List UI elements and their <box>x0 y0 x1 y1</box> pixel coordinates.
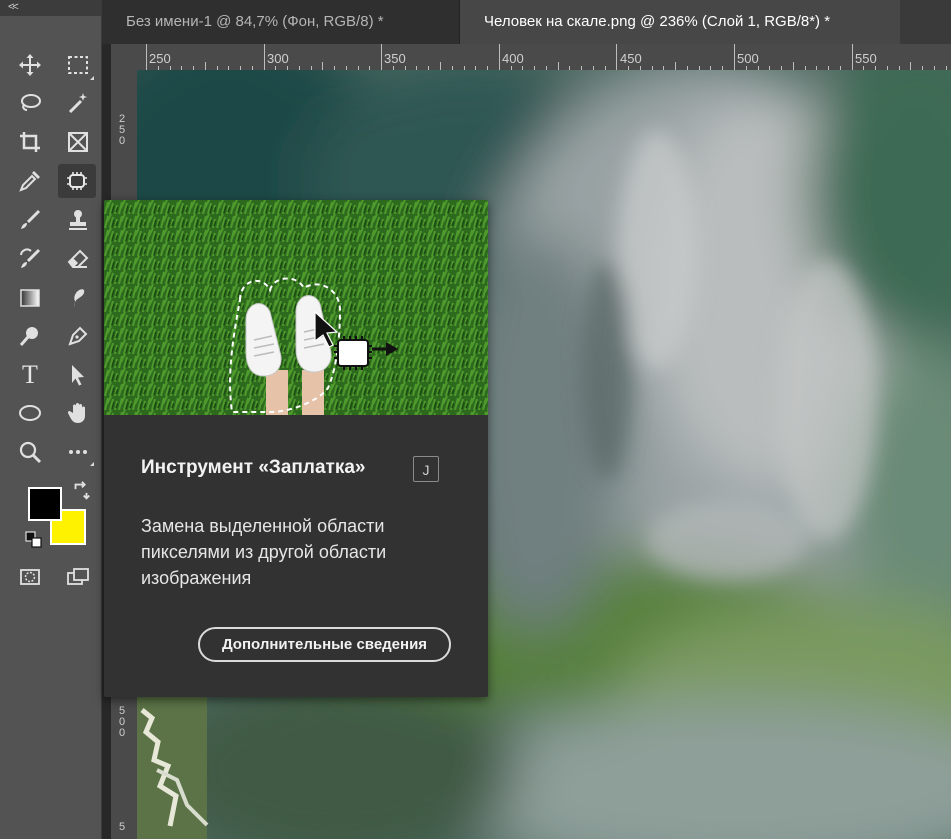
tab-untitled-1[interactable]: Без имени-1 @ 84,7% (Фон, RGB/8) * <box>102 0 460 44</box>
pen-icon <box>68 326 88 346</box>
tools-panel: << T <box>0 0 102 839</box>
dodge-icon <box>19 327 38 346</box>
tooltip-illustration <box>104 200 488 415</box>
move-tool[interactable] <box>14 50 46 80</box>
history-brush-icon <box>20 248 41 268</box>
crop-tool[interactable] <box>14 127 46 157</box>
crop-icon <box>20 132 40 152</box>
ellipsis-icon <box>69 450 87 454</box>
pen-tool[interactable] <box>62 321 94 351</box>
smudge-icon <box>74 289 85 307</box>
stamp-icon <box>69 210 87 230</box>
brush-icon <box>21 209 41 229</box>
history-brush-tool[interactable] <box>14 244 46 274</box>
screen-mode-icon <box>67 568 89 585</box>
default-colors-button[interactable] <box>24 530 44 550</box>
hand-tool[interactable] <box>62 398 94 428</box>
path-select-tool[interactable] <box>62 360 94 390</box>
smudge-tool[interactable] <box>62 283 94 313</box>
default-colors-icon <box>25 531 42 548</box>
ruler-label: 500 <box>737 51 759 66</box>
brush-tool[interactable] <box>14 205 46 235</box>
gradient-tool[interactable] <box>14 283 46 313</box>
ellipse-icon <box>19 405 41 421</box>
shortcut-key-badge: J <box>413 456 439 482</box>
ruler-label: 5 <box>119 821 126 833</box>
lasso-icon <box>21 94 41 111</box>
type-icon: T <box>22 360 38 389</box>
ruler-label: 250 <box>149 51 171 66</box>
arrow-icon <box>72 365 84 386</box>
ruler-corner <box>111 44 137 70</box>
dodge-tool[interactable] <box>14 321 46 351</box>
rich-tooltip: Инструмент «Заплатка» J Замена выделенно… <box>104 200 488 697</box>
collapse-panel-button[interactable]: << <box>0 0 101 16</box>
foreground-color-swatch[interactable] <box>28 487 62 521</box>
magic-wand-tool[interactable] <box>62 88 94 118</box>
gradient-icon <box>20 289 40 307</box>
document-tabs: Без имени-1 @ 84,7% (Фон, RGB/8) * Челов… <box>102 0 951 44</box>
ruler-label: 300 <box>267 51 289 66</box>
ruler-ticks <box>146 44 947 70</box>
learn-more-button[interactable]: Дополнительные сведения <box>198 627 451 662</box>
screen-mode-button[interactable] <box>62 562 94 592</box>
eyedropper-tool[interactable] <box>14 166 46 196</box>
swap-colors-button[interactable] <box>70 480 92 502</box>
ellipse-tool[interactable] <box>14 398 46 428</box>
frame-tool[interactable] <box>62 127 94 157</box>
horizontal-ruler: 250 300 350 400 450 500 550 <box>137 44 951 71</box>
zoom-tool[interactable] <box>14 437 46 467</box>
ruler-label: 400 <box>502 51 524 66</box>
frame-icon <box>68 132 88 152</box>
hand-icon <box>67 403 85 423</box>
ruler-label: 250 <box>119 113 126 147</box>
eraser-icon <box>67 249 89 268</box>
patch-icon <box>67 172 87 190</box>
quick-mask-button[interactable] <box>14 562 46 592</box>
lasso-tool[interactable] <box>14 88 46 118</box>
eyedropper-icon <box>19 171 40 192</box>
move-icon <box>19 54 41 76</box>
stamp-tool[interactable] <box>62 205 94 235</box>
patch-tool[interactable] <box>58 164 96 198</box>
tooltip-title: Инструмент «Заплатка» <box>141 457 366 478</box>
eraser-tool[interactable] <box>62 244 94 274</box>
tooltip-description: Замена выделенной области пикселями из д… <box>141 516 387 588</box>
ruler-label: 550 <box>855 51 877 66</box>
ruler-label: 450 <box>620 51 642 66</box>
zoom-icon <box>19 441 42 464</box>
type-tool[interactable]: T <box>14 360 46 390</box>
ruler-label: 350 <box>384 51 406 66</box>
swap-arrows-icon <box>74 481 90 500</box>
tab-person-on-rock[interactable]: Человек на скале.png @ 236% (Слой 1, RGB… <box>460 0 900 44</box>
rect-marquee-icon <box>68 56 88 74</box>
quick-mask-icon <box>20 569 40 585</box>
ruler-label: 500 <box>119 705 126 739</box>
magic-wand-icon <box>68 93 87 114</box>
